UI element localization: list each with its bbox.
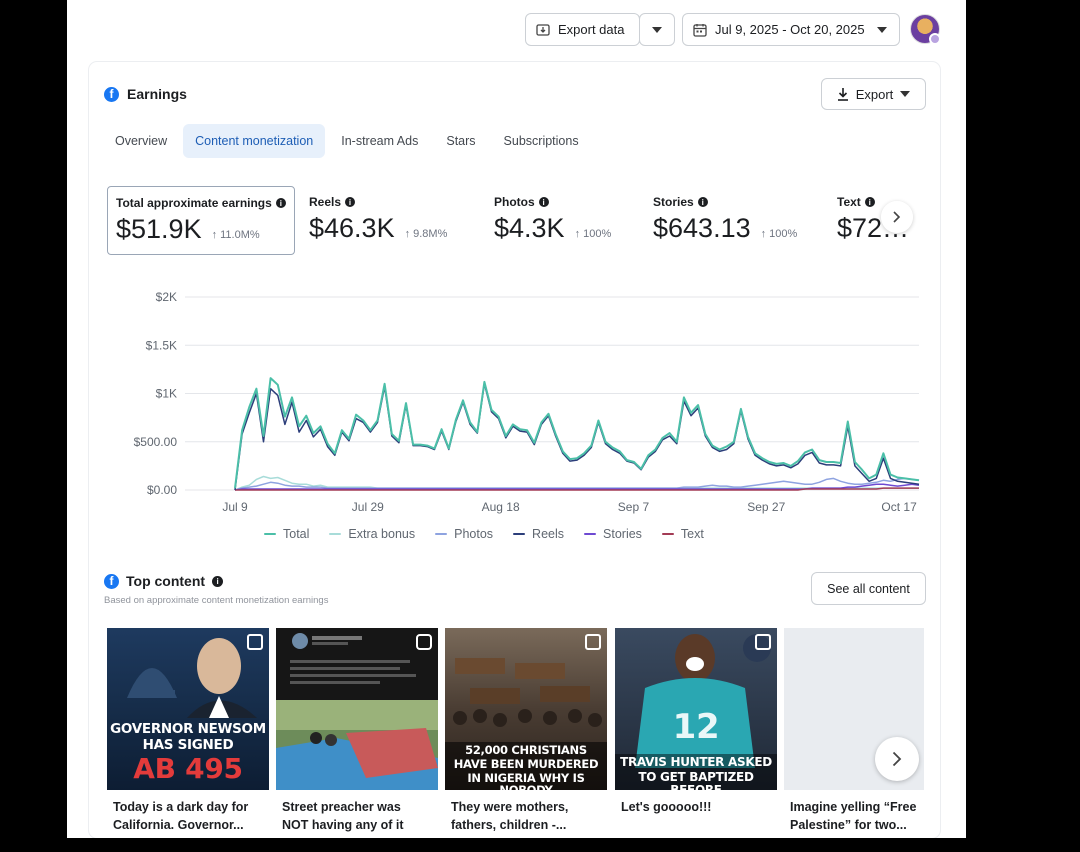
photo-type-icon [247,634,263,650]
content-card[interactable]: Imagine yelling “Free Palestine” for two… [784,628,924,838]
chevron-down-icon [652,26,662,33]
content-caption: Street preacher was NOT having any of it [282,800,404,832]
y-tick-label: $500.00 [134,435,178,449]
top-content-header: f Top content i [104,573,224,589]
x-tick-label: Jul 29 [352,500,384,514]
earnings-tabs: Overview Content monetization In-stream … [103,124,595,158]
top-content-title: Top content [126,573,206,589]
chevron-right-icon [892,751,902,767]
legend-item-stories[interactable]: Stories [584,527,642,541]
x-tick-label: Sep 27 [747,500,785,514]
legend-item-total[interactable]: Total [264,527,309,541]
see-all-content-button[interactable]: See all content [811,572,926,605]
chevron-right-icon [893,211,901,223]
facebook-icon: f [104,86,119,102]
export-data-label: Export data [558,22,625,37]
app-viewport: Export data Jul 9, 2025 - Oct 20, 2025 f… [67,0,966,838]
content-card[interactable]: 12 TRAVIS HUNTER ASKED TO GET BAPTIZED B… [615,628,777,838]
metric-change: ↑ 11.0M% [211,229,260,241]
x-tick-label: Oct 17 [881,500,917,514]
content-thumbnail: 12 TRAVIS HUNTER ASKED TO GET BAPTIZED B… [615,628,777,790]
date-range-label: Jul 9, 2025 - Oct 20, 2025 [715,22,865,37]
chevron-down-icon [876,26,887,33]
metrics-row: Total approximate earnings i $51.9K ↑ 11.0… [107,186,937,255]
photo-type-icon [585,634,601,650]
content-thumbnail [276,628,438,790]
x-tick-label: Aug 18 [482,500,520,514]
content-card[interactable]: Street preacher was NOT having any of it [276,628,438,838]
info-icon[interactable]: i [538,197,549,207]
series-line-reels[interactable] [234,383,920,491]
facebook-icon: f [104,573,119,589]
earnings-card: f Earnings Export Overview Content monet… [89,62,940,838]
y-tick-label: $1K [156,387,177,401]
metric-value: $51.9K [116,214,202,244]
calendar-icon [693,23,707,37]
chevron-down-icon [900,91,911,97]
y-tick-label: $0.00 [147,483,177,497]
metric-value: $46.3K [309,213,395,243]
metrics-next-button[interactable] [881,201,913,233]
content-caption: Today is a dark day for California. Gove… [113,800,249,832]
chart-legend: Total Extra bonus Photos Reels Stories T… [264,527,704,541]
tab-stars[interactable]: Stars [434,124,487,158]
earnings-line-chart: $2K $1.5K $1K $500.00 $0.00 Jul 9 Jul 29 Aug 18… [134,290,920,514]
content-card[interactable]: GOVERNOR NEWSOM HAS SIGNED AB 495 Today … [107,628,269,838]
metric-reels[interactable]: Reels i $46.3K ↑ 9.8M% [301,186,481,255]
tab-subscriptions[interactable]: Subscriptions [492,124,591,158]
content-caption: They were mothers, fathers, children -..… [451,800,569,832]
info-icon[interactable]: i [864,197,875,207]
content-caption: Imagine yelling “Free Palestine” for two… [790,800,917,832]
photo-type-icon [755,634,771,650]
reel-type-icon [416,634,432,650]
export-data-button[interactable]: Export data [525,13,640,46]
export-data-icon [536,23,550,36]
x-tick-label: Jul 9 [222,500,248,514]
content-thumbnail: GOVERNOR NEWSOM HAS SIGNED AB 495 [107,628,269,790]
metric-stories[interactable]: Stories i $643.13 ↑ 100% [645,186,825,255]
metric-total-earnings[interactable]: Total approximate earnings i $51.9K ↑ 11.0… [107,186,295,255]
earnings-header: f Earnings [104,86,187,102]
legend-item-photos[interactable]: Photos [435,527,493,541]
info-icon[interactable]: i [212,575,224,587]
top-content-subtitle: Based on approximate content monetizatio… [104,595,329,606]
content-caption: Let's gooooo!!! [621,800,712,814]
info-icon[interactable]: i [275,198,286,208]
metric-change: ↑ 100% [574,228,612,240]
tab-overview[interactable]: Overview [103,124,179,158]
metric-change: ↑ 9.8M% [404,228,448,240]
tab-in-stream-ads[interactable]: In-stream Ads [329,124,430,158]
export-label: Export [855,86,894,102]
y-tick-label: $2K [156,290,177,304]
avatar-badge [929,33,941,45]
metric-change: ↑ 100% [760,228,798,240]
content-card[interactable]: 52,000 CHRISTIANS HAVE BEEN MURDERED IN … [445,628,607,838]
export-button[interactable]: Export [821,78,926,110]
info-icon[interactable]: i [345,197,356,207]
export-data-dropdown[interactable] [639,13,675,46]
info-icon[interactable]: i [697,197,708,207]
y-tick-label: $1.5K [146,338,177,352]
content-next-button[interactable] [875,737,919,781]
tab-content-monetization[interactable]: Content monetization [183,124,326,158]
x-tick-label: Sep 7 [618,500,650,514]
legend-item-extra-bonus[interactable]: Extra bonus [329,527,415,541]
metric-photos[interactable]: Photos i $4.3K ↑ 100% [486,186,641,255]
metric-value: $4.3K [494,213,565,243]
date-range-picker[interactable]: Jul 9, 2025 - Oct 20, 2025 [682,13,900,46]
content-thumbnail: 52,000 CHRISTIANS HAVE BEEN MURDERED IN … [445,628,607,790]
metric-value: $643.13 [653,213,751,243]
earnings-title: Earnings [127,86,187,102]
download-icon [837,87,848,101]
series-line-total[interactable] [234,377,920,489]
legend-item-reels[interactable]: Reels [513,527,564,541]
legend-item-text[interactable]: Text [661,527,704,541]
